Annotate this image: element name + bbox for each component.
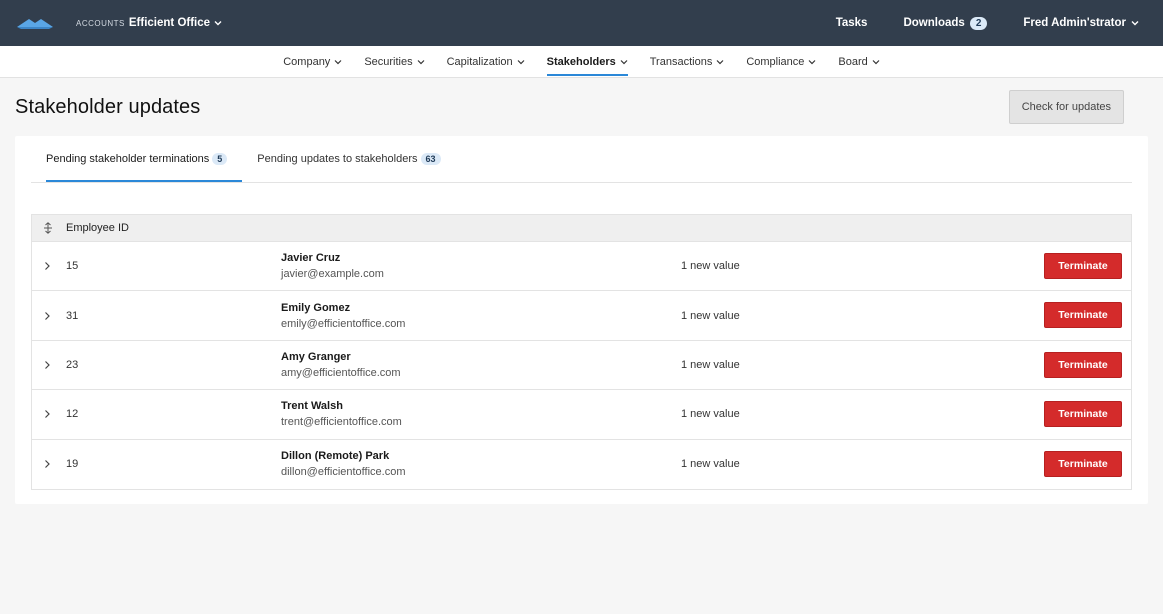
nav-capitalization[interactable]: Capitalization [436,46,536,77]
chevron-right-icon[interactable] [42,409,52,419]
chevron-down-icon [872,59,880,64]
stakeholder-email: trent@efficientoffice.com [281,416,402,429]
chevron-down-icon [517,59,525,64]
user-menu[interactable]: Fred Admin'strator [1023,17,1139,29]
chevron-right-icon[interactable] [42,311,52,321]
changes-summary: 1 new value [681,358,740,371]
downloads-label: Downloads [903,17,965,29]
stakeholder-name: Dillon (Remote) Park [281,450,390,463]
terminate-button[interactable]: Terminate [1044,401,1122,428]
cloud-logo-icon[interactable] [16,15,54,31]
stakeholder-name: Javier Cruz [281,252,341,265]
nav-label: Company [283,55,331,68]
user-name: Fred Admin'strator [1023,17,1126,29]
chevron-down-icon [716,59,724,64]
tab-label: Pending stakeholder terminations [46,153,210,165]
nav-stakeholders[interactable]: Stakeholders [536,46,639,77]
chevron-down-icon [214,21,222,26]
stakeholder-info: Emily Gomez emily@efficientoffice.com [281,302,681,330]
changes-summary: 1 new value [681,458,740,471]
chevron-right-icon[interactable] [42,261,52,271]
top-bar: ACCOUNTS Efficient Office Tasks Download… [0,0,1163,46]
terminate-button[interactable]: Terminate [1044,302,1122,329]
table-row: 19 Dillon (Remote) Park dillon@efficient… [32,440,1131,489]
employee-id: 12 [66,408,79,421]
tab-pending-updates[interactable]: Pending updates to stakeholders 63 [242,136,455,182]
account-switcher[interactable]: ACCOUNTS Efficient Office [76,17,222,29]
tab-label: Pending updates to stakeholders [257,153,418,165]
sort-icon[interactable] [43,222,53,234]
changes-summary: 1 new value [681,309,740,322]
nav-transactions[interactable]: Transactions [639,46,736,77]
table-row: 15 Javier Cruz javier@example.com 1 new … [32,242,1131,292]
employee-id: 31 [66,309,79,322]
terminations-table: Employee ID 15 Javier Cruz javier@exampl… [31,214,1132,490]
column-header-employee-id[interactable]: Employee ID [66,222,129,234]
terminate-button[interactable]: Terminate [1044,450,1122,477]
chevron-right-icon[interactable] [42,360,52,370]
downloads-count-badge: 2 [969,16,988,30]
check-for-updates-button[interactable]: Check for updates [1008,90,1124,124]
changes-summary: 1 new value [681,408,740,421]
employee-id: 15 [66,260,79,273]
table-row: 12 Trent Walsh trent@efficientoffice.com… [32,390,1131,440]
account-name: Efficient Office [128,17,211,29]
nav-company[interactable]: Company [272,46,353,77]
tab-pending-terminations[interactable]: Pending stakeholder terminations 5 [31,136,243,182]
section-nav: Company Securities Capitalization Stakeh… [0,46,1163,78]
nav-label: Compliance [746,55,805,68]
changes-summary: 1 new value [681,260,740,273]
nav-label: Stakeholders [546,55,616,68]
nav-securities[interactable]: Securities [353,46,435,77]
stakeholder-email: amy@efficientoffice.com [281,366,401,379]
chevron-down-icon [808,59,816,64]
nav-compliance[interactable]: Compliance [735,46,827,77]
terminate-button[interactable]: Terminate [1044,351,1122,378]
stakeholder-email: dillon@efficientoffice.com [281,466,406,479]
tab-bar: Pending stakeholder terminations 5 Pendi… [31,136,1132,183]
page-title: Stakeholder updates [15,95,201,118]
tab-count-badge: 5 [212,153,228,165]
stakeholder-email: javier@example.com [281,268,384,281]
stakeholder-info: Amy Granger amy@efficientoffice.com [281,351,681,379]
page-header: Stakeholder updates Check for updates [0,78,1163,136]
tasks-link[interactable]: Tasks [836,17,868,29]
terminate-button[interactable]: Terminate [1044,253,1122,279]
nav-label: Capitalization [446,55,513,68]
nav-board[interactable]: Board [827,46,890,77]
stakeholder-name: Amy Granger [281,350,351,363]
stakeholder-email: emily@efficientoffice.com [281,317,406,330]
employee-id: 23 [66,358,79,371]
employee-id: 19 [66,458,79,471]
chevron-down-icon [417,59,425,64]
chevron-down-icon [620,59,628,64]
table-header: Employee ID [32,215,1131,242]
tab-count-badge: 63 [420,153,441,165]
updates-card: Pending stakeholder terminations 5 Pendi… [15,136,1148,504]
chevron-right-icon[interactable] [42,459,52,469]
table-row: 31 Emily Gomez emily@efficientoffice.com… [32,291,1131,341]
downloads-link[interactable]: Downloads 2 [903,16,988,30]
stakeholder-info: Trent Walsh trent@efficientoffice.com [281,400,681,428]
chevron-down-icon [1131,21,1139,26]
stakeholder-info: Javier Cruz javier@example.com [281,252,681,280]
table-row: 23 Amy Granger amy@efficientoffice.com 1… [32,341,1131,391]
stakeholder-name: Emily Gomez [281,301,351,314]
nav-label: Transactions [649,55,713,68]
account-label: ACCOUNTS [76,18,125,28]
stakeholder-info: Dillon (Remote) Park dillon@efficientoff… [281,450,681,478]
nav-label: Securities [364,55,413,68]
stakeholder-name: Trent Walsh [281,400,343,413]
chevron-down-icon [334,59,342,64]
nav-label: Board [838,55,868,68]
